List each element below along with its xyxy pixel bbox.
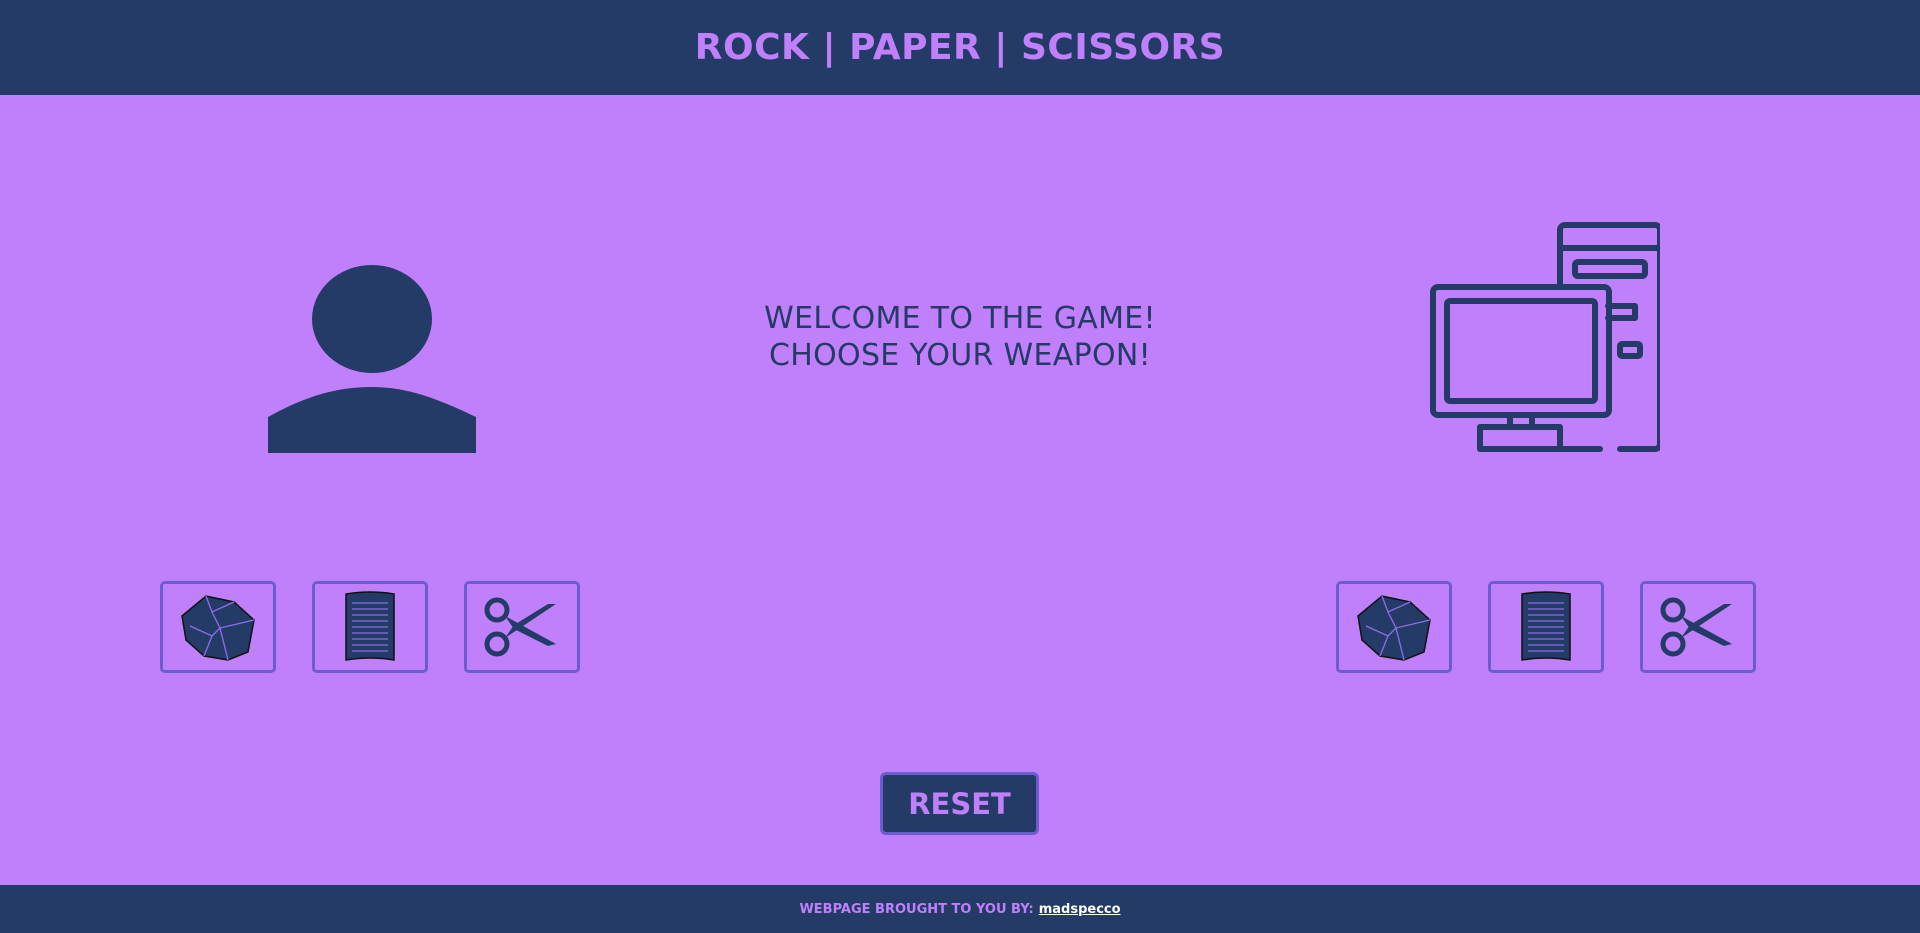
footer-bar: WEBPAGE BROUGHT TO YOU BY: madspecco xyxy=(0,885,1920,933)
rock-icon xyxy=(1357,595,1431,661)
header-bar: ROCK | PAPER | SCISSORS xyxy=(0,0,1920,95)
player-rock-button[interactable] xyxy=(160,581,276,673)
player-scissors-button[interactable] xyxy=(464,581,580,673)
person-silhouette-icon xyxy=(268,265,476,453)
footer-credit-label: WEBPAGE BROUGHT TO YOU BY: xyxy=(799,901,1034,917)
computer-avatar xyxy=(1430,222,1663,454)
scissors-icon xyxy=(484,597,556,657)
message-line-2: CHOOSE YOUR WEAPON! xyxy=(769,338,1151,373)
computer-paper-button[interactable] xyxy=(1488,581,1604,673)
page-title: ROCK | PAPER | SCISSORS xyxy=(694,27,1226,68)
message-line-1: WELCOME TO THE GAME! xyxy=(764,301,1156,336)
computer-rock-button[interactable] xyxy=(1336,581,1452,673)
player-paper-button[interactable] xyxy=(312,581,428,673)
scissors-icon xyxy=(1660,597,1732,657)
game-message: WELCOME TO THE GAME! CHOOSE YOUR WEAPON! xyxy=(660,300,1260,374)
reset-button[interactable]: RESET xyxy=(880,772,1039,835)
paper-icon xyxy=(1521,591,1571,661)
rock-icon xyxy=(181,595,255,661)
author-link[interactable]: madspecco xyxy=(1039,902,1121,917)
paper-icon xyxy=(345,591,395,661)
player-avatar xyxy=(268,265,478,453)
computer-scissors-button[interactable] xyxy=(1640,581,1756,673)
desktop-computer-icon xyxy=(1430,222,1663,452)
